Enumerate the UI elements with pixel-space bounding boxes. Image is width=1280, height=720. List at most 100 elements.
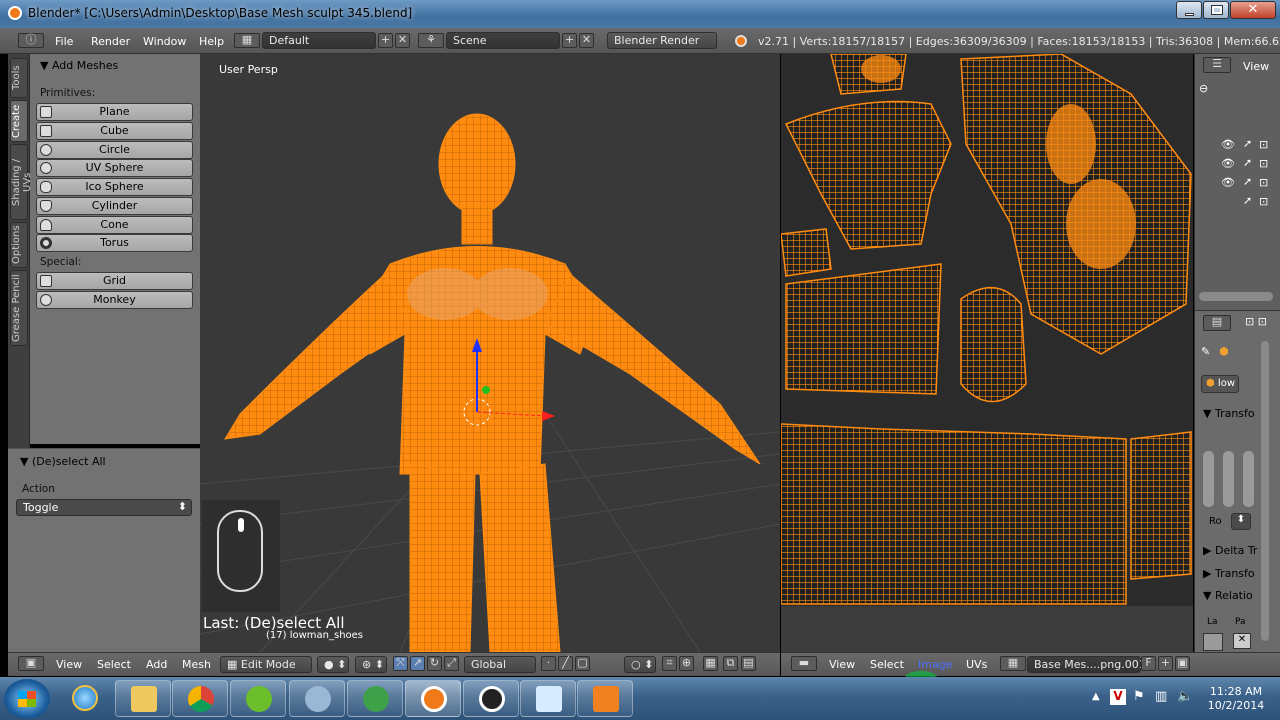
tray-flag-icon[interactable]: ⚑ bbox=[1133, 689, 1145, 704]
file-explorer-icon[interactable] bbox=[115, 680, 171, 717]
edge-select-icon[interactable]: ╱ bbox=[558, 656, 573, 671]
tab-shading-uvs[interactable]: Shading / UVs bbox=[10, 144, 33, 220]
add-ico-sphere-button[interactable]: Ico Sphere bbox=[36, 178, 193, 196]
layers-grid[interactable] bbox=[1203, 633, 1223, 651]
add-meshes-panel-header[interactable]: ▼ Add Meshes bbox=[40, 59, 118, 72]
remove-scene-icon[interactable]: ✕ bbox=[579, 33, 594, 48]
maximize-button[interactable] bbox=[1203, 1, 1229, 19]
editor-type-uv-icon[interactable]: ▬ bbox=[791, 656, 817, 671]
parent-clear-icon[interactable]: ✕ bbox=[1233, 633, 1251, 649]
add-cylinder-button[interactable]: Cylinder bbox=[36, 197, 193, 215]
outliner-view-menu[interactable]: View bbox=[1243, 60, 1269, 73]
pivot-point-select[interactable]: ⊛ ⬍ bbox=[355, 656, 387, 673]
internet-explorer-icon[interactable] bbox=[57, 680, 113, 717]
menu-select[interactable]: Select bbox=[97, 658, 131, 671]
add-plane-button[interactable]: Plane bbox=[36, 103, 193, 121]
minimize-button[interactable] bbox=[1176, 1, 1202, 19]
app-green-icon[interactable] bbox=[230, 680, 286, 717]
tab-grease-pencil[interactable]: Grease Pencil bbox=[10, 270, 28, 346]
menu-window[interactable]: Window bbox=[143, 35, 186, 48]
screen-layout-icon[interactable]: ▦ bbox=[234, 33, 260, 48]
tab-create[interactable]: Create bbox=[10, 100, 28, 142]
render-camera-icon[interactable]: ⊡ bbox=[1259, 176, 1268, 189]
menu-uv-view[interactable]: View bbox=[829, 658, 855, 671]
action-select[interactable]: Toggle ⬍ bbox=[16, 499, 192, 516]
slider-y[interactable] bbox=[1223, 451, 1234, 507]
menu-help[interactable]: Help bbox=[199, 35, 224, 48]
render-camera-icon[interactable]: ⊡ bbox=[1259, 157, 1268, 170]
translate-manipulator-icon[interactable]: ↗ bbox=[410, 656, 425, 671]
select-cursor-icon[interactable]: ➚ bbox=[1243, 175, 1252, 188]
collapse-icon[interactable]: ⊖ bbox=[1199, 82, 1208, 95]
menu-uvs[interactable]: UVs bbox=[966, 658, 987, 671]
add-grid-button[interactable]: Grid bbox=[36, 272, 193, 290]
menu-render[interactable]: Render bbox=[91, 35, 130, 48]
remove-layout-icon[interactable]: ✕ bbox=[395, 33, 410, 48]
add-layout-icon[interactable]: + bbox=[378, 33, 393, 48]
info-editor-type-button[interactable]: ⓘ bbox=[18, 33, 44, 48]
outliner-editor-type-icon[interactable]: ☰ bbox=[1203, 57, 1231, 73]
properties-editor[interactable]: ▤ ⊡ ⊡ ✎ ⬢ ⬢ low ▼ Transfo Ro ⬍ ▶ Delta T… bbox=[1194, 310, 1280, 652]
face-select-icon[interactable]: ▢ bbox=[575, 656, 590, 671]
add-torus-button[interactable]: Torus bbox=[36, 234, 193, 252]
visibility-eye-icon[interactable]: 👁 bbox=[1221, 138, 1235, 151]
screen-layout-field[interactable]: Default bbox=[262, 32, 376, 49]
app-network-icon[interactable] bbox=[289, 680, 345, 717]
add-cube-button[interactable]: Cube bbox=[36, 122, 193, 140]
tray-network-icon[interactable]: ▥ bbox=[1155, 689, 1167, 704]
outliner[interactable]: ☰ View ⊖ 👁 👁 👁 ➚ ➚ ➚ ➚ ⊡ ⊡ ⊡ ⊡ bbox=[1194, 54, 1280, 310]
menu-uv-select[interactable]: Select bbox=[870, 658, 904, 671]
tab-options[interactable]: Options bbox=[10, 222, 28, 268]
scene-icon[interactable]: ⚘ bbox=[418, 33, 444, 48]
visibility-eye-icon[interactable]: 👁 bbox=[1221, 176, 1235, 189]
add-cone-button[interactable]: Cone bbox=[36, 216, 193, 234]
image-name-field[interactable]: Base Mes....png.001 bbox=[1027, 656, 1146, 673]
unity-icon[interactable] bbox=[463, 680, 519, 717]
tab-tools[interactable]: Tools bbox=[10, 58, 28, 98]
menu-image[interactable]: Image bbox=[918, 658, 952, 671]
relations-panel-header[interactable]: ▼ Relatio bbox=[1203, 589, 1253, 602]
delta-transform-panel-header[interactable]: ▶ Delta Tr bbox=[1203, 544, 1257, 557]
system-clock[interactable]: 11:28 AM 10/2/2014 bbox=[1200, 685, 1272, 713]
manipulator-toggle-icon[interactable]: ⤧ bbox=[393, 656, 408, 671]
3d-viewport[interactable]: User Persp Last: (De)select All (17) low… bbox=[200, 54, 780, 652]
uv-image-editor[interactable] bbox=[781, 54, 1193, 606]
show-hidden-icons-icon[interactable]: ▲ bbox=[1092, 691, 1100, 702]
slider-x[interactable] bbox=[1203, 451, 1214, 507]
rotation-mode-select[interactable]: ⬍ bbox=[1231, 513, 1251, 530]
menu-file[interactable]: File bbox=[55, 35, 73, 48]
select-cursor-icon[interactable]: ➚ bbox=[1243, 194, 1252, 207]
open-image-icon[interactable]: ▣ bbox=[1175, 656, 1190, 671]
chrome-icon[interactable] bbox=[172, 680, 228, 717]
render-camera-icon[interactable]: ⊡ bbox=[1259, 195, 1268, 208]
orientation-select[interactable]: Global bbox=[464, 656, 536, 673]
select-cursor-icon[interactable]: ➚ bbox=[1243, 156, 1252, 169]
menu-mesh[interactable]: Mesh bbox=[182, 658, 211, 671]
proportional-edit-select[interactable]: ○ ⬍ bbox=[624, 656, 656, 673]
transform-locks-panel-header[interactable]: ▶ Transfo bbox=[1203, 567, 1255, 580]
visibility-eye-icon[interactable]: 👁 bbox=[1221, 157, 1235, 170]
tray-antivirus-icon[interactable]: V bbox=[1110, 689, 1126, 705]
scene-field[interactable]: Scene bbox=[446, 32, 560, 49]
menu-add[interactable]: Add bbox=[146, 658, 167, 671]
app-media-icon[interactable] bbox=[577, 680, 633, 717]
new-image-icon[interactable]: + bbox=[1158, 656, 1173, 671]
start-button[interactable] bbox=[4, 679, 50, 719]
tray-volume-icon[interactable]: 🔈 bbox=[1177, 689, 1193, 704]
operator-panel-header[interactable]: ▼ (De)select All bbox=[20, 455, 106, 468]
properties-tab-icons[interactable]: ⊡ ⊡ bbox=[1245, 315, 1267, 328]
vertex-select-icon[interactable]: · bbox=[541, 656, 556, 671]
render-preview-icon[interactable]: ⧉ bbox=[723, 656, 738, 671]
app-notes-icon[interactable] bbox=[520, 680, 576, 717]
fake-user-button[interactable]: F bbox=[1141, 656, 1156, 671]
mode-select[interactable]: ▦ Edit Mode bbox=[220, 656, 312, 673]
add-monkey-button[interactable]: Monkey bbox=[36, 291, 193, 309]
render-animation-icon[interactable]: ▤ bbox=[741, 656, 756, 671]
render-camera-icon[interactable]: ⊡ bbox=[1259, 138, 1268, 151]
layers-icon[interactable]: ▦ bbox=[703, 656, 718, 671]
outliner-scrollbar[interactable] bbox=[1199, 292, 1273, 301]
transform-panel-header[interactable]: ▼ Transfo bbox=[1203, 407, 1255, 420]
properties-scrollbar[interactable] bbox=[1261, 341, 1269, 641]
add-circle-button[interactable]: Circle bbox=[36, 141, 193, 159]
snap-target-icon[interactable]: ⊕ bbox=[679, 656, 694, 671]
